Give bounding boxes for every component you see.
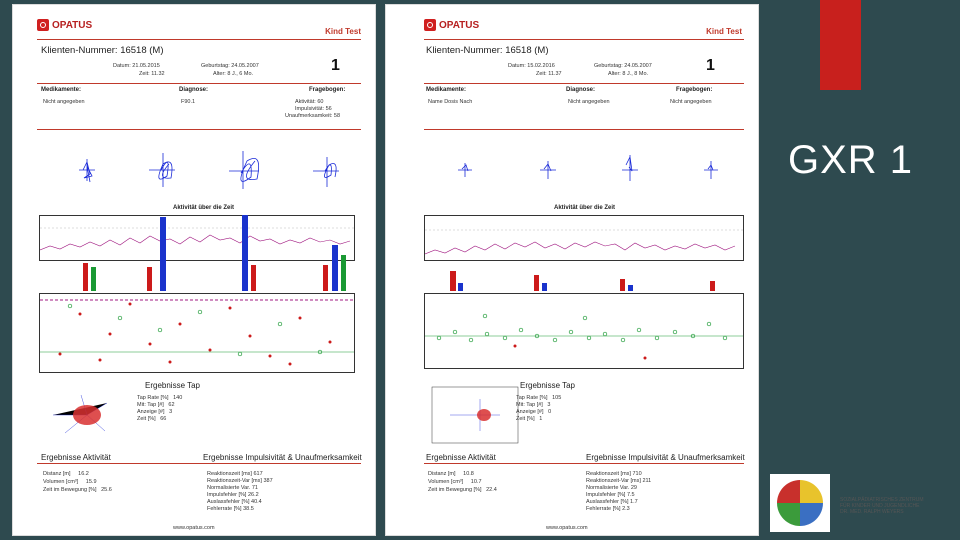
movement-traces (458, 155, 718, 181)
impulsivity-results-title: Ergebnisse Impulsivität & Unaufmerksamke… (203, 453, 362, 462)
client-line: Klienten-Nummer: 16518 (M) (41, 45, 164, 56)
divider (424, 83, 744, 84)
reaction-scatter-chart (424, 293, 744, 369)
activity-row: Distanz [m] 16.2 (43, 471, 89, 477)
activity-results-title: Ergebnisse Aktivität (426, 453, 496, 462)
tap-scatter (431, 386, 519, 444)
impulsivity-row: Reaktionszeit-Var [ms] 387 (207, 478, 273, 484)
diagnosis-value: F90.1 (181, 99, 196, 105)
impulsivity-row: Reaktionszeit-Var [ms] 211 (586, 478, 652, 484)
movement-traces (79, 151, 339, 189)
activity-chart-title: Aktivität über die Zeit (173, 205, 235, 211)
tap-row: Zeit [%] 1 (516, 416, 543, 422)
opatus-logo: OPATUS (424, 19, 479, 31)
client-line: Klienten-Nummer: 16518 (M) (426, 45, 549, 56)
tap-row: Anzeige [#] 0 (516, 409, 552, 415)
activity-bars (83, 215, 346, 291)
footer-site: www.opatus.com (546, 525, 588, 531)
report-right: OPATUS Kind Test Klienten-Nummer: 16518 … (385, 4, 759, 536)
reaction-scatter-chart (39, 293, 355, 373)
divider (424, 39, 744, 40)
divider (37, 129, 361, 130)
impulsivity-results-title: Ergebnisse Impulsivität & Unaufmerksamke… (586, 453, 745, 462)
test-number: 1 (706, 57, 715, 74)
slide-title: GXR 1 (788, 138, 914, 182)
product-name: Kind Test (706, 27, 742, 36)
divider (37, 463, 361, 464)
activity-row: Zeit im Bewegung [%] 25.6 (43, 487, 112, 493)
divider (424, 463, 744, 464)
diagnosis-value: Nicht angegeben (568, 99, 610, 105)
activity-row: Volumen [cm³] 15.9 (43, 479, 97, 485)
opatus-logo: OPATUS (37, 19, 92, 31)
age: Alter: 8 J., 6 Mo. (213, 71, 254, 77)
date: Datum: 15.02.2016 (508, 63, 555, 69)
impulsivity-row: Impulsfehler [%] 7.5 (586, 492, 635, 498)
slide: GXR 1 OPATUS Kind Test Klienten-Nummer: … (0, 0, 960, 540)
meds-label: Medikamente: (426, 87, 467, 93)
birthday: Geburtstag: 24.05.2007 (201, 63, 259, 69)
brand: OPATUS (439, 19, 480, 31)
impulsivity-row: Normalisierte Var. 71 (207, 485, 258, 491)
org-logo-text: SOZIALPÄDIATRISCHES ZENTRUM FÜR KINDER U… (840, 497, 924, 515)
questionnaire-label: Fragebogen: (676, 87, 713, 93)
accent-bar (820, 0, 861, 90)
divider (37, 83, 361, 84)
footer-site: www.opatus.com (173, 525, 215, 531)
product-name: Kind Test (325, 27, 361, 36)
org-logo (770, 474, 830, 532)
results-tap-title: Ergebnisse Tap (145, 381, 200, 390)
tap-row: Tap Rate [%] 140 (137, 395, 183, 401)
age: Alter: 8 J., 8 Mo. (608, 71, 649, 77)
opatus-logo-icon (424, 19, 436, 31)
impulsivity-row: Fehlerrate [%] 38.5 (207, 506, 254, 512)
date: Datum: 21.05.2015 (113, 63, 160, 69)
activity-bars (450, 271, 715, 291)
report-left: OPATUS Kind Test Klienten-Nummer: 16518 … (12, 4, 376, 536)
tap-row: Anzeige [#] 3 (137, 409, 173, 415)
meds-value: Nicht angegeben (43, 99, 85, 105)
impulsivity-row: Auslassfehler [%] 1.7 (586, 499, 638, 505)
activity-results-title: Ergebnisse Aktivität (41, 453, 111, 462)
impulsivity-row: Fehlerrate [%] 2.3 (586, 506, 630, 512)
q-row: Impulsivität: 56 (295, 106, 332, 112)
diagnosis-label: Diagnose: (566, 87, 596, 93)
tap-row: Tap Rate [%] 105 (516, 395, 562, 401)
time: Zeit: 11.37 (536, 71, 562, 77)
activity-over-time-chart (424, 215, 744, 261)
activity-chart-title: Aktivität über die Zeit (554, 205, 616, 211)
diagnosis-label: Diagnose: (179, 87, 209, 93)
activity-row: Volumen [cm³] 10.7 (428, 479, 482, 485)
q-row: Nicht angegeben (670, 99, 712, 105)
activity-row: Distanz [m] 10.8 (428, 471, 474, 477)
q-row: Aktivität: 60 (295, 99, 324, 105)
questionnaire-label: Fragebogen: (309, 87, 346, 93)
tap-row: Zeit [%] 66 (137, 416, 167, 422)
birthday: Geburtstag: 24.05.2007 (594, 63, 652, 69)
impulsivity-row: Reaktionszeit [ms] 617 (207, 471, 263, 477)
opatus-logo-icon (37, 19, 49, 31)
results-tap-title: Ergebnisse Tap (520, 381, 575, 390)
divider (37, 39, 361, 40)
tap-row: Mit: Tap [#] 62 (137, 402, 175, 408)
q-row: Unaufmerksamkeit: 58 (285, 113, 341, 119)
time: Zeit: 11.32 (139, 71, 165, 77)
tap-scatter (53, 394, 108, 434)
divider (424, 129, 744, 130)
meds-label: Medikamente: (41, 87, 82, 93)
impulsivity-row: Auslassfehler [%] 40.4 (207, 499, 262, 505)
meds-value: Name Dosis Nach (428, 99, 473, 105)
test-number: 1 (331, 57, 340, 74)
impulsivity-row: Normalisierte Var. 29 (586, 485, 637, 491)
activity-row: Zeit im Bewegung [%] 22.4 (428, 487, 497, 493)
impulsivity-row: Reaktionszeit [ms] 710 (586, 471, 642, 477)
tap-row: Mit: Tap [#] 3 (516, 402, 551, 408)
brand: OPATUS (52, 19, 93, 31)
impulsivity-row: Impulsfehler [%] 26.2 (207, 492, 259, 498)
